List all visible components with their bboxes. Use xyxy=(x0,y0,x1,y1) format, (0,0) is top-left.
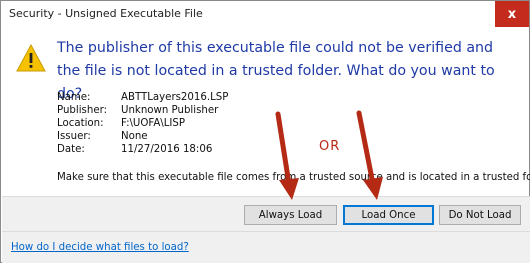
detail-value: Unknown Publisher xyxy=(121,105,219,116)
do-not-load-button[interactable]: Do Not Load xyxy=(439,205,521,225)
close-icon: x xyxy=(507,6,517,22)
detail-value: ABTTLayers2016.LSP xyxy=(121,92,229,103)
trust-note: Make sure that this executable file come… xyxy=(57,172,530,183)
detail-label: Publisher: xyxy=(57,105,108,116)
close-button[interactable]: x xyxy=(495,1,529,27)
detail-row-location: Location: F:\UOFA\LISP xyxy=(57,117,228,130)
security-dialog: Security - Unsigned Executable File x Th… xyxy=(0,0,530,263)
detail-label: Location: xyxy=(57,118,104,129)
annotation-or-text: OR xyxy=(319,139,341,154)
warning-triangle-icon xyxy=(16,44,46,72)
detail-label: Issuer: xyxy=(57,131,91,142)
detail-row-name: Name: ABTTLayers2016.LSP xyxy=(57,91,228,104)
detail-value: 11/27/2016 18:06 xyxy=(121,144,213,155)
detail-value: None xyxy=(121,131,148,142)
file-details: Name: ABTTLayers2016.LSP Publisher: Unkn… xyxy=(57,91,228,156)
detail-row-issuer: Issuer: None xyxy=(57,130,228,143)
button-bar: Always Load Load Once Do Not Load xyxy=(2,196,530,231)
window-title: Security - Unsigned Executable File xyxy=(9,7,203,20)
detail-label: Date: xyxy=(57,144,85,155)
title-bar[interactable]: Security - Unsigned Executable File x xyxy=(1,1,529,27)
detail-row-date: Date: 11/27/2016 18:06 xyxy=(57,143,228,156)
detail-label: Name: xyxy=(57,92,91,103)
dialog-footer: How do I decide what files to load? xyxy=(2,231,530,263)
detail-value: F:\UOFA\LISP xyxy=(121,118,186,129)
load-once-button[interactable]: Load Once xyxy=(343,205,434,225)
help-link[interactable]: How do I decide what files to load? xyxy=(11,242,189,253)
always-load-button[interactable]: Always Load xyxy=(244,205,337,225)
detail-row-publisher: Publisher: Unknown Publisher xyxy=(57,104,228,117)
